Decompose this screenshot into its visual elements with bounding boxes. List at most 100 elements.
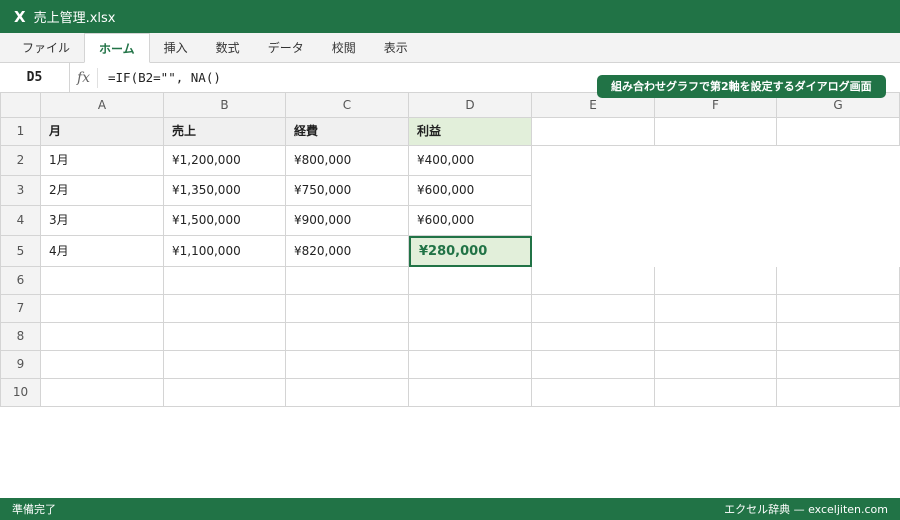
status-ready: 準備完了: [12, 503, 56, 516]
cell-e7[interactable]: [532, 295, 655, 323]
cell-c6[interactable]: [286, 267, 409, 295]
cell-b9[interactable]: [164, 351, 286, 379]
title-bar: X 売上管理.xlsx: [0, 0, 900, 33]
cell-e8[interactable]: [532, 323, 655, 351]
cell-f8[interactable]: [655, 323, 777, 351]
cell-g10[interactable]: [777, 379, 900, 407]
cell-c2[interactable]: ¥800,000: [286, 146, 409, 176]
row-header-7[interactable]: 7: [0, 295, 41, 323]
cell-c4[interactable]: ¥900,000: [286, 206, 409, 236]
cell-b7[interactable]: [164, 295, 286, 323]
column-header-b[interactable]: B: [164, 93, 286, 118]
cell-b5[interactable]: ¥1,100,000: [164, 236, 286, 267]
cell-b4[interactable]: ¥1,500,000: [164, 206, 286, 236]
cell-d7[interactable]: [409, 295, 532, 323]
cell-a5[interactable]: 4月: [41, 236, 164, 267]
cell-e4[interactable]: [532, 206, 655, 236]
cell-e3[interactable]: [532, 176, 655, 206]
column-header-d[interactable]: D: [409, 93, 532, 118]
cell-e2[interactable]: [532, 146, 655, 176]
cell-g2[interactable]: [777, 146, 900, 176]
cell-d4[interactable]: ¥600,000: [409, 206, 532, 236]
cell-g7[interactable]: [777, 295, 900, 323]
cell-a9[interactable]: [41, 351, 164, 379]
cell-f1[interactable]: [655, 118, 777, 146]
cell-g5[interactable]: [777, 236, 900, 267]
cell-b8[interactable]: [164, 323, 286, 351]
cell-g1[interactable]: [777, 118, 900, 146]
cell-g6[interactable]: [777, 267, 900, 295]
row-header-10[interactable]: 10: [0, 379, 41, 407]
cell-f7[interactable]: [655, 295, 777, 323]
cell-f9[interactable]: [655, 351, 777, 379]
cell-f10[interactable]: [655, 379, 777, 407]
cell-a6[interactable]: [41, 267, 164, 295]
cell-a8[interactable]: [41, 323, 164, 351]
cell-d10[interactable]: [409, 379, 532, 407]
cell-c7[interactable]: [286, 295, 409, 323]
cell-g9[interactable]: [777, 351, 900, 379]
column-header-c[interactable]: C: [286, 93, 409, 118]
cell-d3[interactable]: ¥600,000: [409, 176, 532, 206]
row-header-3[interactable]: 3: [0, 176, 41, 206]
cell-b3[interactable]: ¥1,350,000: [164, 176, 286, 206]
cell-d8[interactable]: [409, 323, 532, 351]
cell-d1[interactable]: 利益: [409, 118, 532, 146]
cell-a1[interactable]: 月: [41, 118, 164, 146]
column-header-a[interactable]: A: [41, 93, 164, 118]
cell-e9[interactable]: [532, 351, 655, 379]
tab-review[interactable]: 校閲: [318, 34, 370, 62]
cell-a7[interactable]: [41, 295, 164, 323]
cell-a10[interactable]: [41, 379, 164, 407]
window-title: 売上管理.xlsx: [33, 11, 116, 26]
cell-a4[interactable]: 3月: [41, 206, 164, 236]
callout-banner: 組み合わせグラフで第2軸を設定するダイアログ画面: [597, 75, 886, 98]
cell-e10[interactable]: [532, 379, 655, 407]
cell-g4[interactable]: [777, 206, 900, 236]
cell-f4[interactable]: [655, 206, 777, 236]
cell-c3[interactable]: ¥750,000: [286, 176, 409, 206]
tab-view[interactable]: 表示: [370, 34, 422, 62]
cell-g3[interactable]: [777, 176, 900, 206]
cell-c9[interactable]: [286, 351, 409, 379]
row-header-5[interactable]: 5: [0, 236, 41, 267]
cell-d5[interactable]: ¥280,000: [409, 236, 532, 267]
cell-d2[interactable]: ¥400,000: [409, 146, 532, 176]
cell-g8[interactable]: [777, 323, 900, 351]
tab-data[interactable]: データ: [254, 34, 318, 62]
cell-e5[interactable]: [532, 236, 655, 267]
row-header-2[interactable]: 2: [0, 146, 41, 176]
cell-b10[interactable]: [164, 379, 286, 407]
cell-f2[interactable]: [655, 146, 777, 176]
cell-e1[interactable]: [532, 118, 655, 146]
tab-insert[interactable]: 挿入: [150, 34, 202, 62]
cell-f3[interactable]: [655, 176, 777, 206]
cell-c1[interactable]: 経費: [286, 118, 409, 146]
cell-f5[interactable]: [655, 236, 777, 267]
cell-b6[interactable]: [164, 267, 286, 295]
ribbon-tabs: ファイル ホーム 挿入 数式 データ 校閲 表示: [0, 33, 900, 63]
tab-file[interactable]: ファイル: [8, 34, 84, 62]
cell-e6[interactable]: [532, 267, 655, 295]
cell-a3[interactable]: 2月: [41, 176, 164, 206]
cell-b2[interactable]: ¥1,200,000: [164, 146, 286, 176]
tab-home[interactable]: ホーム: [84, 33, 150, 63]
cell-c8[interactable]: [286, 323, 409, 351]
row-header-9[interactable]: 9: [0, 351, 41, 379]
select-all-corner[interactable]: [0, 93, 41, 118]
formula-input[interactable]: =IF(B2="", NA(): [98, 70, 221, 85]
tab-formulas[interactable]: 数式: [202, 34, 254, 62]
fx-icon[interactable]: fx: [70, 67, 98, 88]
cell-f6[interactable]: [655, 267, 777, 295]
row-header-8[interactable]: 8: [0, 323, 41, 351]
cell-d9[interactable]: [409, 351, 532, 379]
name-box[interactable]: D5: [0, 62, 70, 93]
cell-a2[interactable]: 1月: [41, 146, 164, 176]
cell-c10[interactable]: [286, 379, 409, 407]
row-header-1[interactable]: 1: [0, 118, 41, 146]
row-header-4[interactable]: 4: [0, 206, 41, 236]
cell-c5[interactable]: ¥820,000: [286, 236, 409, 267]
row-header-6[interactable]: 6: [0, 267, 41, 295]
cell-b1[interactable]: 売上: [164, 118, 286, 146]
cell-d6[interactable]: [409, 267, 532, 295]
